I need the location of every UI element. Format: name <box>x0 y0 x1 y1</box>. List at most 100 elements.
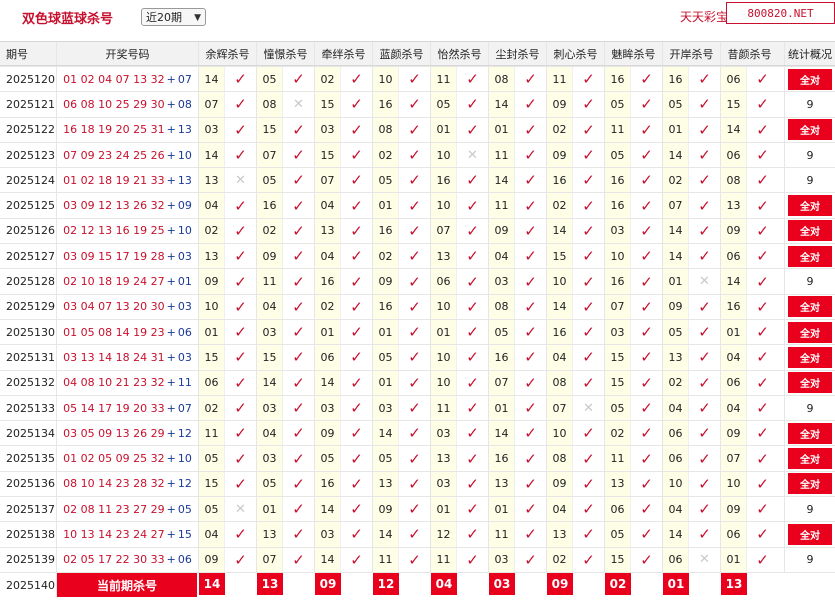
kill-number: 04 <box>662 395 688 421</box>
kill-number: 04 <box>546 497 572 522</box>
expert-cell: 01 ✓ <box>662 117 720 142</box>
check-mark: ✓ <box>350 373 363 392</box>
stat-value: 全对 <box>788 195 832 217</box>
check-mark: ✓ <box>524 399 537 417</box>
stat-cell: 9 <box>784 269 835 294</box>
check-mark: ✓ <box>524 474 537 493</box>
check-mark: ✓ <box>350 171 363 190</box>
expert-cell: 15 ✓ <box>604 345 662 370</box>
check-icon: ✓ <box>340 193 372 218</box>
issue-number: 2025120 <box>6 72 55 86</box>
blue-ball: 06 <box>177 325 192 339</box>
cross-icon: ✕ <box>224 497 256 522</box>
range-select[interactable]: 近20期 ▼ <box>141 8 206 26</box>
header-expert: 余辉杀号 <box>198 42 256 65</box>
expert-cell: 03 ✓ <box>430 471 488 497</box>
check-mark: ✓ <box>466 171 479 190</box>
kill-number: 01 <box>198 319 224 345</box>
check-icon: ✓ <box>282 142 314 168</box>
check-icon: ✓ <box>224 395 256 421</box>
check-icon: ✓ <box>514 547 546 572</box>
kill-number: 04 <box>198 193 224 218</box>
check-icon: ✓ <box>514 193 546 218</box>
stat-value: 全对 <box>788 296 832 318</box>
expert-cell: 08 ✓ <box>372 117 430 142</box>
check-icon: ✓ <box>340 547 372 572</box>
check-icon: ✓ <box>224 370 256 395</box>
expert-cell: 09 ✓ <box>720 218 778 244</box>
expert-cell: 01 ✓ <box>430 319 488 345</box>
kill-number: 02 <box>198 218 224 244</box>
check-icon: ✓ <box>224 319 256 345</box>
kill-number: 08 <box>546 446 572 471</box>
expert-cell: 02 ✓ <box>546 547 604 572</box>
expert-cell: 03 ✓ <box>314 117 372 142</box>
expert-cell: 07 ✕ <box>546 395 604 421</box>
expert-cell: 16 ✓ <box>604 67 662 92</box>
kill-number: 02 <box>198 395 224 421</box>
check-icon: ✓ <box>340 67 372 92</box>
expert-cell: 14 ✓ <box>372 421 430 446</box>
expert-cell: 09 ✓ <box>720 497 778 522</box>
kill-number: 14 <box>372 421 398 446</box>
expert-cell: 02 ✓ <box>372 244 430 269</box>
expert-cell: 09 ✓ <box>372 497 430 522</box>
check-mark: ✓ <box>292 70 305 89</box>
kill-number: 09 <box>720 497 746 522</box>
expert-cell: 10 ✕ <box>430 142 488 168</box>
kill-number: 05 <box>604 142 630 168</box>
check-mark: ✓ <box>756 399 769 417</box>
check-icon: ✓ <box>514 345 546 370</box>
kill-number: 10 <box>662 471 688 497</box>
check-icon: ✓ <box>572 345 604 370</box>
stat-cell: 全对 <box>784 345 835 370</box>
plus-sign: + <box>166 199 176 213</box>
check-icon: ✓ <box>456 395 488 421</box>
kill-number: 05 <box>256 168 282 193</box>
expert-cell: 05 ✓ <box>256 168 314 193</box>
blue-ball: 05 <box>177 502 192 516</box>
check-mark: ✓ <box>466 348 479 367</box>
expert-cell: 07 ✓ <box>256 547 314 572</box>
kill-number: 16 <box>546 319 572 345</box>
check-mark: ✓ <box>582 247 595 266</box>
check-icon: ✓ <box>456 370 488 395</box>
red-balls: 06 08 10 25 29 30 <box>63 97 165 111</box>
check-mark: ✓ <box>350 146 363 165</box>
check-mark: ✓ <box>466 550 479 569</box>
draw-numbers: 03 09 12 13 26 32 +09 <box>56 193 198 218</box>
check-mark: ✓ <box>698 171 711 190</box>
check-mark: ✓ <box>582 221 595 240</box>
kill-number: 10 <box>198 294 224 319</box>
kill-number: 11 <box>198 421 224 446</box>
check-icon: ✓ <box>456 421 488 446</box>
header-stat: 统计概况 <box>784 42 835 65</box>
check-mark: ✓ <box>408 348 421 367</box>
check-icon: ✓ <box>340 117 372 142</box>
kill-number: 07 <box>256 547 282 572</box>
check-icon: ✓ <box>746 294 778 319</box>
table-row: 2025130 01 05 08 14 19 23 +06 01 ✓ 03 ✓ 01 ✓ 01 ✓ 0… <box>0 318 835 345</box>
kill-number: 13 <box>256 522 282 547</box>
red-balls: 04 08 10 21 23 32 <box>63 376 165 390</box>
kill-number: 04 <box>546 345 572 370</box>
issue-number: 2025129 <box>6 300 55 314</box>
expert-cell: 10 ✓ <box>720 471 778 497</box>
kill-number: 07 <box>314 168 340 193</box>
table-row: 2025138 10 13 14 23 24 27 +15 04 ✓ 13 ✓ 03 ✓ 14 ✓ 1… <box>0 521 835 547</box>
check-mark: ✓ <box>350 297 363 316</box>
kill-number: 09 <box>546 142 572 168</box>
expert-cell: 08 ✓ <box>488 67 546 92</box>
check-icon: ✓ <box>688 319 720 345</box>
kill-number: 16 <box>604 67 630 92</box>
kill-number: 14 <box>314 497 340 522</box>
check-icon: ✓ <box>572 269 604 294</box>
kill-number: 01 <box>256 497 282 522</box>
kill-number: 03 <box>604 218 630 244</box>
issue-number: 2025133 <box>6 401 55 415</box>
check-mark: ✓ <box>756 323 769 342</box>
check-icon: ✓ <box>514 522 546 547</box>
check-mark: ✓ <box>466 474 479 493</box>
kill-number: 04 <box>488 244 514 269</box>
check-mark: ✓ <box>234 323 247 342</box>
